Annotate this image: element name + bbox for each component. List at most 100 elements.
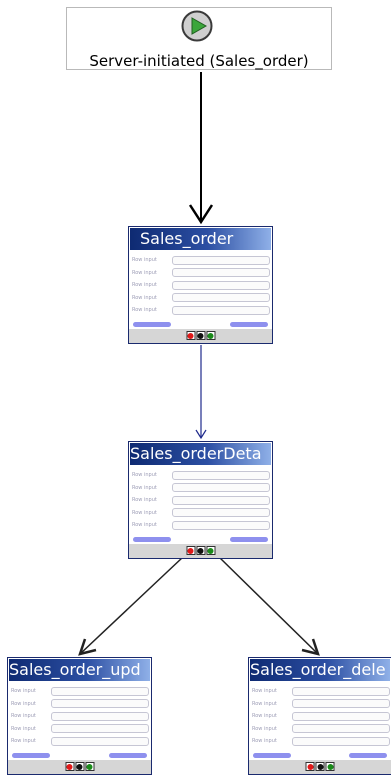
form-buttons bbox=[129, 322, 272, 328]
play-icon bbox=[181, 10, 213, 42]
form-node-sales-order-delete[interactable]: Sales_order_dele Row input Row input Row… bbox=[248, 657, 391, 775]
error-port[interactable] bbox=[186, 331, 195, 340]
ok-port[interactable] bbox=[206, 546, 215, 555]
form-body: Row input Row input Row input Row input … bbox=[129, 466, 272, 542]
field-input bbox=[51, 686, 149, 696]
error-port[interactable] bbox=[305, 762, 315, 771]
form-button-right bbox=[109, 753, 147, 758]
field-label: Row input bbox=[132, 484, 157, 491]
form-buttons bbox=[129, 537, 272, 543]
form-ports bbox=[186, 546, 215, 555]
form-field-row: Row input bbox=[132, 279, 272, 292]
ok-port[interactable] bbox=[85, 762, 94, 771]
field-label: Row input bbox=[132, 257, 157, 264]
field-label: Row input bbox=[132, 472, 157, 479]
form-field-row: Row input bbox=[132, 519, 272, 532]
start-node-label: Server-initiated (Sales_order) bbox=[89, 52, 309, 70]
form-field-row: Row input bbox=[132, 292, 272, 305]
form-field-row: Row input bbox=[132, 494, 272, 507]
cancel-port[interactable] bbox=[196, 546, 205, 555]
field-input bbox=[172, 268, 270, 278]
field-label: Row input bbox=[132, 269, 157, 276]
field-input bbox=[172, 483, 270, 493]
field-input bbox=[292, 736, 390, 746]
field-input bbox=[172, 470, 270, 480]
form-field-row: Row input bbox=[132, 254, 272, 267]
form-field-row: Row input bbox=[252, 698, 391, 711]
form-body: Row input Row input Row input Row input … bbox=[129, 251, 272, 327]
ok-port[interactable] bbox=[325, 762, 335, 771]
form-button-left bbox=[253, 753, 291, 758]
form-field-row: Row input bbox=[11, 698, 151, 711]
field-input bbox=[172, 293, 270, 303]
field-input bbox=[172, 305, 270, 315]
form-ports bbox=[186, 331, 215, 340]
form-field-row: Row input bbox=[11, 735, 151, 748]
form-title: Sales_orderDeta bbox=[130, 443, 271, 465]
form-node-sales-order-detail[interactable]: Sales_orderDeta Row input Row input Row … bbox=[128, 441, 273, 559]
field-label: Row input bbox=[11, 700, 36, 707]
field-input bbox=[51, 736, 149, 746]
form-footer bbox=[249, 760, 391, 774]
form-button-left bbox=[133, 537, 171, 542]
field-label: Row input bbox=[11, 688, 36, 695]
field-input bbox=[172, 255, 270, 265]
field-label: Row input bbox=[132, 282, 157, 289]
field-input bbox=[172, 280, 270, 290]
field-input bbox=[292, 686, 390, 696]
form-field-row: Row input bbox=[11, 685, 151, 698]
form-field-row: Row input bbox=[132, 267, 272, 280]
error-port[interactable] bbox=[65, 762, 74, 771]
form-title: Sales_order bbox=[130, 228, 271, 250]
field-label: Row input bbox=[132, 497, 157, 504]
cancel-port[interactable] bbox=[315, 762, 325, 771]
form-field-row: Row input bbox=[132, 304, 272, 317]
field-label: Row input bbox=[132, 307, 157, 314]
field-input bbox=[172, 495, 270, 505]
error-port[interactable] bbox=[186, 546, 195, 555]
field-label: Row input bbox=[11, 738, 36, 745]
form-button-right bbox=[230, 322, 268, 327]
form-field-row: Row input bbox=[132, 507, 272, 520]
field-label: Row input bbox=[132, 294, 157, 301]
field-input bbox=[292, 699, 390, 709]
field-label: Row input bbox=[11, 713, 36, 720]
field-input bbox=[51, 699, 149, 709]
form-field-row: Row input bbox=[252, 685, 391, 698]
form-footer bbox=[129, 544, 272, 558]
form-field-row: Row input bbox=[132, 469, 272, 482]
form-ports bbox=[305, 762, 335, 771]
form-field-row: Row input bbox=[252, 710, 391, 723]
field-label: Row input bbox=[252, 700, 277, 707]
form-field-row: Row input bbox=[252, 723, 391, 736]
field-label: Row input bbox=[132, 509, 157, 516]
form-buttons bbox=[8, 753, 151, 759]
form-footer bbox=[8, 760, 151, 774]
form-buttons bbox=[249, 753, 391, 759]
field-label: Row input bbox=[252, 738, 277, 745]
edge-detail-to-update bbox=[79, 556, 184, 655]
field-label: Row input bbox=[132, 522, 157, 529]
cancel-port[interactable] bbox=[196, 331, 205, 340]
start-node[interactable]: Server-initiated (Sales_order) bbox=[66, 7, 332, 70]
field-label: Row input bbox=[11, 725, 36, 732]
form-body: Row input Row input Row input Row input … bbox=[249, 682, 391, 758]
form-field-row: Row input bbox=[11, 723, 151, 736]
form-button-right bbox=[230, 537, 268, 542]
field-input bbox=[51, 711, 149, 721]
edge-detail-to-delete bbox=[218, 556, 319, 655]
form-field-row: Row input bbox=[132, 482, 272, 495]
form-field-row: Row input bbox=[252, 735, 391, 748]
field-input bbox=[172, 508, 270, 518]
ok-port[interactable] bbox=[206, 331, 215, 340]
cancel-port[interactable] bbox=[75, 762, 84, 771]
form-node-sales-order[interactable]: Sales_order Row input Row input Row inpu… bbox=[128, 226, 273, 344]
field-input bbox=[172, 520, 270, 530]
form-footer bbox=[129, 329, 272, 343]
field-input bbox=[292, 724, 390, 734]
field-label: Row input bbox=[252, 713, 277, 720]
field-input bbox=[292, 711, 390, 721]
form-node-sales-order-update[interactable]: Sales_order_upd Row input Row input Row … bbox=[7, 657, 152, 775]
form-button-left bbox=[133, 322, 171, 327]
form-title: Sales_order_dele bbox=[250, 659, 390, 681]
